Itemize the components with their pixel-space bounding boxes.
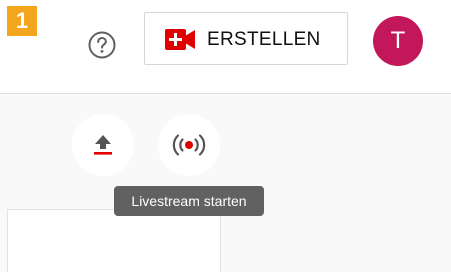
create-button[interactable]: ERSTELLEN [144, 12, 348, 65]
go-live-button[interactable] [158, 114, 220, 176]
step-badge: 1 [7, 6, 37, 36]
help-button[interactable] [85, 28, 119, 62]
live-broadcast-icon [172, 134, 206, 156]
avatar[interactable]: T [373, 16, 423, 66]
create-button-label: ERSTELLEN [207, 29, 321, 50]
screen: 1 ERSTELLEN T Livestream starten [0, 0, 451, 272]
video-camera-plus-icon [165, 29, 195, 50]
upload-icon [94, 135, 112, 155]
question-circle-icon [88, 31, 116, 59]
top-bar: 1 ERSTELLEN T [0, 0, 451, 94]
upload-button[interactable] [72, 114, 134, 176]
content-panel [7, 209, 221, 272]
tooltip: Livestream starten [114, 186, 264, 216]
